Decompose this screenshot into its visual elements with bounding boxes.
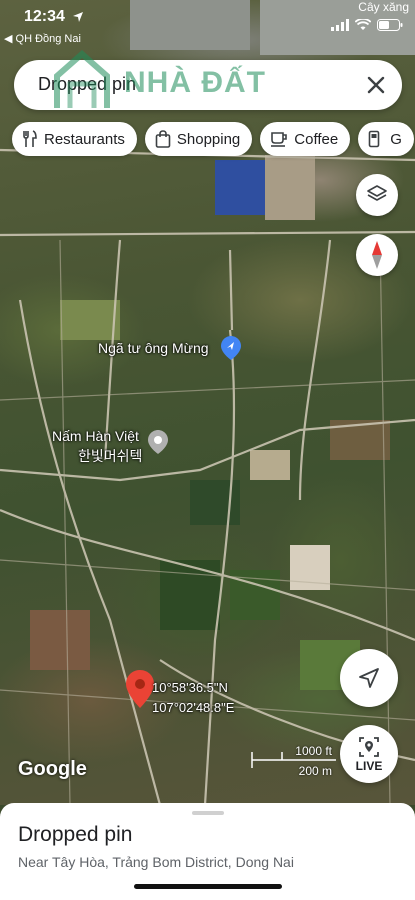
scale-meters: 200 m xyxy=(298,764,332,778)
back-to-app-link[interactable]: ◀ QH Đồng Nai xyxy=(4,32,81,45)
status-time: 12:34 xyxy=(24,8,65,25)
map-place-label: Cây xăng xyxy=(358,0,409,14)
place-subtitle: Near Tây Hòa, Trảng Bom District, Dong N… xyxy=(18,854,294,870)
status-icons xyxy=(331,18,403,36)
chip-coffee[interactable]: Coffee xyxy=(260,122,351,156)
live-label: LIVE xyxy=(355,758,383,773)
poi-marker-blue[interactable] xyxy=(221,336,241,365)
navigation-arrow-icon xyxy=(359,668,379,688)
live-view-button[interactable]: LIVE xyxy=(340,725,398,783)
cellular-signal-icon xyxy=(331,18,349,36)
chip-label: G xyxy=(390,130,402,148)
pin-coordinates: 10°58'36.5"N 107°02'48.8"E xyxy=(152,678,234,718)
compass-icon xyxy=(372,241,382,269)
coordinate-latitude: 10°58'36.5"N xyxy=(152,680,228,695)
chip-shopping[interactable]: Shopping xyxy=(144,122,253,156)
poi-label-korean: 한빛머쉬텍 xyxy=(78,448,143,464)
chip-label: Restaurants xyxy=(44,130,125,148)
my-location-button[interactable] xyxy=(340,649,398,707)
status-bar: 12:34 ◀ QH Đồng Nai Cây xăng xyxy=(0,0,415,56)
chip-restaurants[interactable]: Restaurants xyxy=(12,122,137,156)
category-chips: Restaurants Shopping Coffee G xyxy=(12,122,414,156)
sheet-drag-handle[interactable] xyxy=(192,811,224,815)
poi-label-nam-han-viet: Nấm Hàn Việt xyxy=(52,428,139,444)
wifi-icon xyxy=(354,18,372,36)
coffee-cup-icon xyxy=(271,132,288,147)
home-indicator[interactable] xyxy=(134,884,282,889)
compass-button[interactable] xyxy=(356,234,398,276)
shopping-bag-icon xyxy=(155,130,171,148)
coordinate-longitude: 107°02'48.8"E xyxy=(152,700,235,715)
dropped-pin-marker[interactable] xyxy=(126,670,154,713)
poi-label-nga-tu: Ngã tư ông Mừng xyxy=(98,340,209,356)
fork-knife-icon xyxy=(23,130,37,147)
chip-label: Coffee xyxy=(294,130,339,148)
live-view-icon xyxy=(359,736,379,757)
scale-feet: 1000 ft xyxy=(295,744,332,758)
map-scale: 1000 ft 200 m xyxy=(250,742,340,782)
search-bar[interactable]: Dropped pin xyxy=(14,60,402,110)
chip-gas[interactable]: G xyxy=(358,122,414,156)
gas-station-icon xyxy=(368,130,380,148)
layers-icon xyxy=(367,185,387,201)
chip-label: Shopping xyxy=(176,130,241,148)
close-icon[interactable] xyxy=(362,71,390,99)
poi-marker-gray[interactable] xyxy=(148,430,168,459)
search-input[interactable]: Dropped pin xyxy=(38,74,136,95)
place-title: Dropped pin xyxy=(18,823,133,846)
google-logo: Google xyxy=(18,758,87,780)
map-layers-button[interactable] xyxy=(356,174,398,216)
location-arrow-icon xyxy=(72,10,84,28)
battery-icon xyxy=(377,18,403,36)
